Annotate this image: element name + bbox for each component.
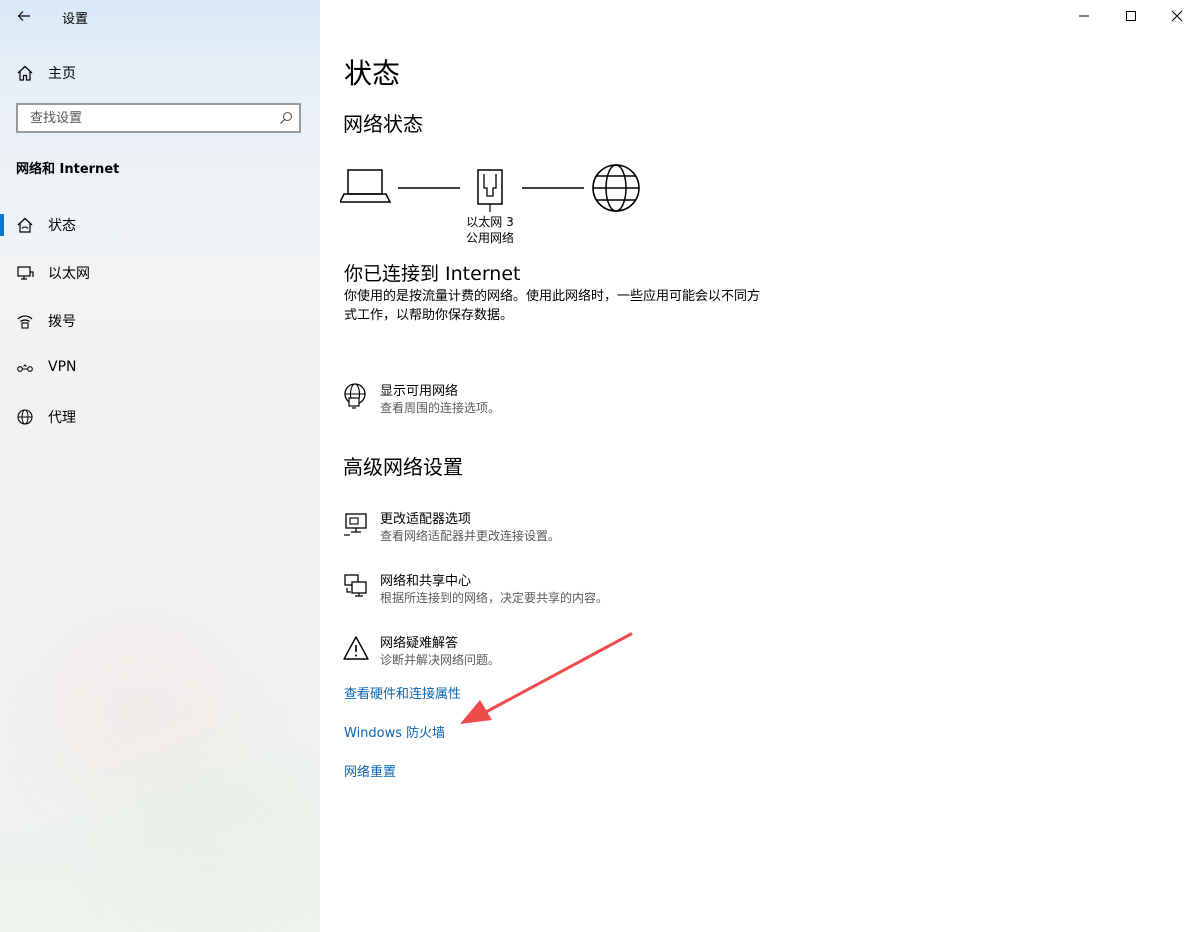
network-troubleshooter[interactable]: 网络疑难解答 诊断并解决网络问题。 xyxy=(340,632,760,676)
sidebar-home-label: 主页 xyxy=(48,66,76,82)
back-arrow-icon xyxy=(17,11,30,21)
hardware-properties-link[interactable]: 查看硬件和连接属性 xyxy=(344,683,461,702)
option-title: 网络和共享中心 xyxy=(380,574,472,589)
network-status-heading: 网络状态 xyxy=(343,112,423,136)
adapter-icon xyxy=(344,513,367,536)
windows-firewall-link[interactable]: Windows 防火墙 xyxy=(344,722,445,741)
option-title: 网络疑难解答 xyxy=(380,636,459,651)
sidebar-home[interactable]: 主页 xyxy=(16,62,76,84)
maximize-icon xyxy=(1126,11,1136,21)
network-sharing-center[interactable]: 网络和共享中心 根据所连接到的网络，决定要共享的内容。 xyxy=(340,570,760,614)
laptop-icon xyxy=(340,169,392,203)
close-icon xyxy=(1171,10,1183,22)
warning-icon xyxy=(343,636,369,660)
house-icon xyxy=(16,216,34,234)
app-title: 设置 xyxy=(62,12,89,27)
search-icon[interactable] xyxy=(279,111,293,125)
connection-title: 你已连接到 Internet xyxy=(344,263,521,285)
back-button[interactable] xyxy=(8,2,40,30)
maximize-button[interactable] xyxy=(1108,0,1154,32)
adapter-name: 以太网 3 xyxy=(466,215,514,229)
network-globe-icon xyxy=(344,383,366,409)
sidebar: 设置 主页 网络和 Internet 状态 xyxy=(0,0,320,932)
sidebar-item-status[interactable]: 状态 xyxy=(0,204,320,244)
sidebar-section-label: 网络和 Internet xyxy=(16,162,120,177)
minimize-button[interactable] xyxy=(1061,0,1107,32)
internet-globe-icon xyxy=(592,164,640,212)
network-reset-link[interactable]: 网络重置 xyxy=(344,761,396,780)
sidebar-item-label: 拨号 xyxy=(48,314,76,330)
search-input[interactable] xyxy=(28,110,272,127)
sidebar-item-label: 以太网 xyxy=(48,266,90,282)
sidebar-item-ethernet[interactable]: 以太网 xyxy=(0,252,320,292)
sidebar-item-label: VPN xyxy=(48,359,77,375)
sidebar-item-dialup[interactable]: 拨号 xyxy=(0,300,320,340)
sidebar-item-label: 状态 xyxy=(48,218,76,234)
sidebar-item-label: 代理 xyxy=(48,410,76,426)
sidebar-item-vpn[interactable]: VPN xyxy=(0,348,320,388)
connection-description: 你使用的是按流量计费的网络。使用此网络时，一些应用可能会以不同方式工作，以帮助你… xyxy=(344,289,761,323)
option-description: 查看网络适配器并更改连接设置。 xyxy=(380,529,561,543)
home-icon xyxy=(17,65,33,81)
close-button[interactable] xyxy=(1154,0,1200,32)
option-title: 更改适配器选项 xyxy=(380,512,472,527)
option-description: 查看周围的连接选项。 xyxy=(380,401,501,415)
sharing-icon xyxy=(344,574,367,597)
option-title: 显示可用网络 xyxy=(380,384,459,399)
globe-icon xyxy=(16,408,34,426)
search-box[interactable] xyxy=(16,103,301,133)
page-title: 状态 xyxy=(344,57,401,90)
vpn-icon xyxy=(16,360,34,378)
background-blur xyxy=(120,760,300,920)
sidebar-item-proxy[interactable]: 代理 xyxy=(0,396,320,436)
monitor-icon xyxy=(16,264,34,282)
option-description: 诊断并解决网络问题。 xyxy=(380,653,501,667)
dial-icon xyxy=(16,312,34,330)
selection-indicator xyxy=(0,214,4,236)
change-adapter-options[interactable]: 更改适配器选项 查看网络适配器并更改连接设置。 xyxy=(340,508,760,552)
minimize-icon xyxy=(1079,15,1089,17)
option-description: 根据所连接到的网络，决定要共享的内容。 xyxy=(380,591,609,605)
advanced-settings-heading: 高级网络设置 xyxy=(343,455,463,479)
network-type: 公用网络 xyxy=(465,231,514,245)
ethernet-port-icon xyxy=(477,169,503,212)
show-available-networks[interactable]: 显示可用网络 查看周围的连接选项。 xyxy=(340,380,760,424)
